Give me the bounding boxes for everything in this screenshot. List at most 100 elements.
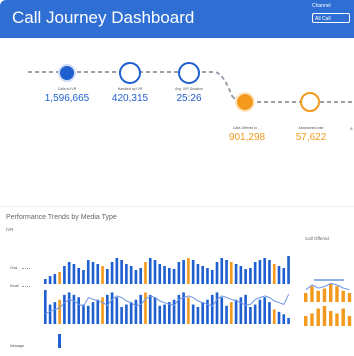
bar — [86, 305, 90, 324]
bar — [187, 258, 190, 284]
bar — [282, 314, 286, 324]
bar — [244, 294, 247, 324]
bar — [215, 292, 219, 324]
bar — [322, 306, 327, 326]
bar — [239, 297, 243, 324]
bar — [215, 262, 219, 284]
bar — [206, 268, 209, 284]
bar — [86, 260, 90, 284]
bar — [125, 264, 128, 284]
bar — [316, 290, 320, 302]
bar — [44, 290, 47, 324]
call-journey-flow: Calls to IVR 1,596,665 Handled by IVR 42… — [0, 38, 354, 208]
bar — [196, 264, 200, 284]
bar — [120, 260, 123, 284]
bar — [129, 266, 133, 284]
bar — [225, 260, 228, 284]
bar — [139, 268, 143, 284]
bar — [304, 316, 308, 326]
bar — [268, 260, 271, 284]
bar — [206, 299, 209, 324]
bar — [172, 299, 176, 324]
bar — [341, 308, 345, 326]
page-title: Call Journey Dashboard — [12, 8, 195, 27]
bar — [182, 260, 185, 284]
phone-icon — [300, 92, 320, 112]
bar — [230, 262, 233, 284]
bar — [287, 317, 290, 324]
bar — [134, 299, 138, 324]
ivr-chart-top — [44, 256, 290, 284]
bar — [277, 266, 281, 284]
bar — [253, 262, 257, 284]
bar — [44, 279, 47, 284]
bar — [125, 304, 128, 324]
bar — [134, 270, 138, 284]
bar — [153, 260, 157, 284]
bar — [341, 290, 345, 302]
channel-filter-select[interactable]: All Call — [312, 13, 350, 23]
bar — [82, 304, 85, 324]
bar — [253, 304, 257, 324]
bar — [67, 292, 71, 324]
node-value: 901,298 — [228, 132, 266, 143]
performance-title: Performance Trends by Media Type — [6, 214, 117, 221]
bar — [144, 262, 147, 284]
bar — [58, 299, 61, 324]
bar — [316, 308, 320, 326]
bar — [287, 256, 290, 284]
bar — [63, 294, 66, 324]
bar — [144, 292, 147, 324]
bar — [163, 266, 166, 284]
bar — [329, 284, 333, 302]
check-icon — [119, 62, 141, 84]
bar — [91, 302, 95, 324]
bar — [277, 311, 281, 324]
message-bar — [58, 334, 61, 348]
dashboard-header: Call Journey Dashboard Channel All Call — [0, 0, 354, 38]
bar — [67, 262, 71, 284]
node-label: Calls to IVR — [57, 87, 77, 91]
bar — [77, 268, 81, 284]
node-value: 25:26 — [176, 93, 202, 104]
node-value: 57,622 — [295, 132, 327, 143]
bar — [220, 258, 224, 284]
phone-icon — [58, 64, 76, 82]
bar — [168, 302, 171, 324]
bar — [335, 286, 339, 302]
section-divider — [0, 206, 354, 207]
bar — [210, 270, 214, 284]
bar — [263, 297, 267, 324]
bar — [129, 302, 133, 324]
node-value: 420,315 — [111, 93, 149, 104]
bar — [220, 297, 224, 324]
bar — [310, 286, 314, 302]
bar — [115, 258, 119, 284]
bar — [329, 311, 333, 326]
bar — [72, 294, 76, 324]
bar — [310, 313, 314, 326]
series-line — [45, 293, 290, 315]
bar — [153, 297, 157, 324]
channel-filter-label: Channel — [312, 3, 331, 9]
bar — [148, 258, 152, 284]
node-value: 1,596,665 — [44, 93, 90, 104]
bar — [234, 264, 238, 284]
bar — [53, 274, 57, 284]
bar — [201, 266, 205, 284]
bar — [249, 307, 252, 324]
left-chart-label: IVR — [6, 227, 14, 232]
bar — [72, 264, 76, 284]
bar — [249, 268, 252, 284]
bar — [239, 266, 243, 284]
bar — [201, 302, 205, 324]
clock-icon — [178, 62, 200, 84]
bar — [172, 269, 176, 284]
bar — [115, 297, 119, 324]
bar — [210, 294, 214, 324]
bar — [110, 262, 114, 284]
bar — [322, 288, 327, 302]
bar — [96, 299, 100, 324]
bar — [163, 304, 166, 324]
bar — [148, 294, 152, 324]
